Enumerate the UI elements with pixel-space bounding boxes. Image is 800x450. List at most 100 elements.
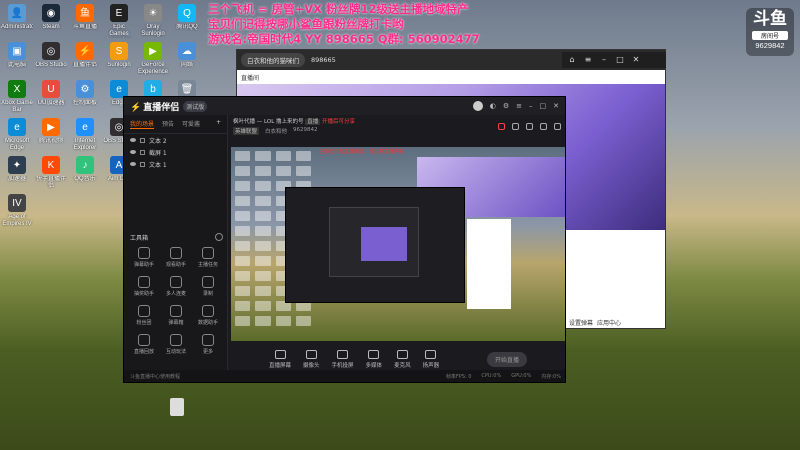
eye-icon[interactable]	[130, 162, 136, 166]
desktop-icon[interactable]: ⚙ 控制面板	[69, 80, 101, 114]
desktop-icon[interactable]: 👤 Administrator	[1, 4, 33, 38]
microphone-button[interactable]: 麦克风	[394, 349, 411, 369]
eye-icon[interactable]	[130, 138, 136, 142]
scene-item[interactable]: 文本 1	[124, 158, 227, 170]
room-id: 898665	[311, 56, 336, 64]
desktop-icon[interactable]: ✦ 加速器	[1, 156, 33, 190]
stream-share-hint[interactable]: 开播后可分享	[322, 119, 355, 125]
more-icon[interactable]	[215, 233, 223, 241]
desktop-icon[interactable]: e Microsoft Edge	[1, 118, 33, 152]
desktop-icon[interactable]: ☁ 网络	[171, 42, 203, 76]
desktop-icon[interactable]: e Internet Explorer	[69, 118, 101, 152]
desktop-icon[interactable]: ♪ QQ音乐	[69, 156, 101, 190]
scene-item[interactable]: 截屏 1	[124, 146, 227, 158]
eye-icon[interactable]	[130, 150, 136, 154]
camera-button[interactable]: 摄像头	[303, 349, 320, 369]
skin-icon[interactable]: ◐	[490, 102, 496, 110]
app-icon: ☀	[144, 4, 162, 22]
lock-icon[interactable]	[140, 161, 145, 167]
desktop-icon-age-of-empires[interactable]	[165, 398, 189, 416]
toolbox-item[interactable]: 弹幕助手	[128, 247, 160, 268]
stream-category[interactable]: 英雄联盟	[233, 127, 260, 135]
chat-setting-button[interactable]: 设置弹幕	[569, 318, 593, 327]
desktop-icon[interactable]: X Xbox Game Bar	[1, 80, 33, 114]
desktop-icon[interactable]: ▣ 此电脑	[1, 42, 33, 76]
scene-item[interactable]: 文本 2	[124, 134, 227, 146]
avatar[interactable]	[472, 101, 483, 111]
menu-icon[interactable]: ≡	[516, 102, 522, 110]
desktop-icon-label: Steam	[42, 24, 60, 30]
lock-icon[interactable]	[140, 149, 145, 155]
menu-icon[interactable]: ≡	[583, 55, 593, 65]
ctrl-label: 扬声器	[422, 362, 440, 369]
desktop-icon[interactable]: Q 腾讯QQ	[171, 4, 203, 38]
toolbox-item[interactable]: 抽奖助手	[128, 276, 160, 297]
tool-icon	[170, 276, 182, 288]
toolbox-item[interactable]: 弹幕箱	[160, 305, 192, 326]
preview-mini-icon	[255, 316, 271, 326]
minimize-icon[interactable]: –	[599, 55, 609, 65]
chat-panel[interactable]: 设置弹幕 应用中心	[565, 230, 665, 328]
stream-companion-window[interactable]: ⚡ 直播伴侣 测试版 ◐ ⚙ ≡ – □ ✕ 我的场景 预告 可爱酱 + 文本 2…	[123, 96, 566, 383]
desktop-icon[interactable]: 鱼斗鱼直播	[69, 4, 101, 38]
room-title[interactable]: 白衣和他的猫咪们	[241, 53, 305, 67]
screen-capture-button[interactable]: 直播屏幕	[269, 349, 291, 369]
user-icon[interactable]	[526, 123, 533, 130]
app-center-button[interactable]: 应用中心	[597, 318, 621, 327]
desktop-icon[interactable]: S Sunlogin	[103, 42, 135, 76]
tab-cute[interactable]: 可爱酱	[182, 119, 200, 129]
start-live-button[interactable]: 开始直播	[486, 351, 527, 367]
desktop-icon[interactable]: ▶ 腾讯视频	[35, 118, 67, 152]
room-number-label: 房间号	[752, 31, 788, 40]
toolbox-item[interactable]: 互动玩法	[160, 334, 192, 355]
toolbox-item[interactable]: 粉丝团	[128, 305, 160, 326]
monitor-icon	[274, 349, 286, 359]
preview-mini-icon	[295, 166, 311, 176]
close-icon[interactable]: ✕	[631, 55, 641, 65]
add-scene-icon[interactable]: +	[216, 119, 221, 129]
stream-owner: 白衣和他	[265, 129, 288, 135]
desktop-icon[interactable]: U UU加速器	[35, 80, 67, 114]
tutorial-link[interactable]: 斗鱼直播中心使用教程	[130, 373, 180, 380]
desktop-icon[interactable]: E Epic Games Launcher	[103, 4, 135, 38]
app-titlebar: ⚡ 直播伴侣 测试版 ◐ ⚙ ≡ – □ ✕	[124, 97, 565, 115]
tool-icon	[170, 305, 182, 317]
stream-title[interactable]: 枫叶代播 — LOL 撸上来的号	[233, 119, 304, 125]
toolbox-item[interactable]: 数据助手	[192, 305, 224, 326]
desktop-icon[interactable]: ▶ GeForce Experience	[137, 42, 169, 76]
phone-cast-button[interactable]: 手机投屏	[332, 349, 354, 369]
cpu-stat: CPU:0%	[481, 372, 502, 379]
desktop-icon[interactable]: ☀ Oray Sunlogin	[137, 4, 169, 38]
lock-icon[interactable]	[140, 137, 145, 143]
toolbox-item[interactable]: 直播回放	[128, 334, 160, 355]
speaker-button[interactable]: 扬声器	[422, 349, 440, 369]
share-icon[interactable]	[554, 123, 561, 130]
toolbox-item[interactable]: 观看助手	[160, 247, 192, 268]
toolbox-item[interactable]: 更多	[192, 334, 224, 355]
desktop-icon[interactable]: K 快手直播伴侣	[35, 156, 67, 190]
desktop-icon[interactable]: ⚡ 直播伴侣	[69, 42, 101, 76]
toolbox-item[interactable]: 多人连麦	[160, 276, 192, 297]
close-icon[interactable]: ✕	[553, 102, 559, 110]
stream-preview[interactable]: 主播已开启直播推流，请注意直播内容	[231, 147, 565, 341]
tool-icon	[138, 334, 150, 346]
preview-mini-icon	[295, 151, 311, 161]
gift-icon[interactable]	[498, 123, 505, 130]
preview-mini-icon	[255, 181, 271, 191]
toolbox-item[interactable]: 录制	[192, 276, 224, 297]
maximize-icon[interactable]: □	[615, 55, 625, 65]
media-button[interactable]: 多媒体	[366, 349, 382, 369]
maximize-icon[interactable]: □	[540, 102, 547, 110]
minimize-icon[interactable]: –	[529, 102, 533, 110]
desktop-icon[interactable]: IV Age of Empires IV	[1, 194, 33, 228]
chat-icon[interactable]	[512, 123, 519, 130]
toolbox-item[interactable]: 主播任务	[192, 247, 224, 268]
settings-icon[interactable]: ⚙	[503, 102, 509, 110]
desktop-icon[interactable]: ◉ Steam	[35, 4, 67, 38]
desktop-icon[interactable]: ◎ OBS Studio	[35, 42, 67, 76]
desktop-icon-label: 直播伴侣	[72, 62, 97, 68]
tab-my-scenes[interactable]: 我的场景	[130, 119, 155, 129]
bell-icon[interactable]	[540, 123, 547, 130]
home-icon[interactable]: ⌂	[567, 55, 577, 65]
tab-preview[interactable]: 预告	[162, 119, 174, 129]
